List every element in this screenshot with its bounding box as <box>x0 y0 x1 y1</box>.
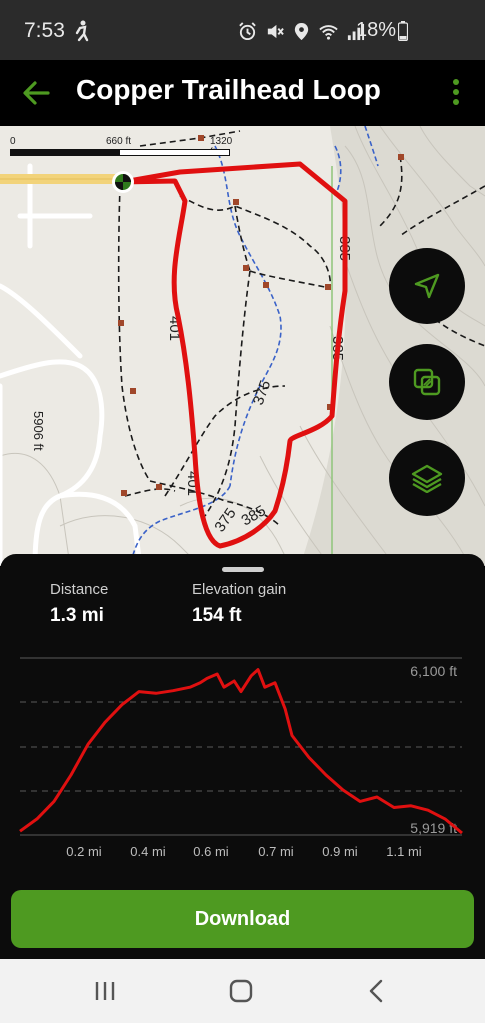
download-button[interactable]: Download <box>11 890 474 948</box>
elevation-line <box>19 668 463 835</box>
scale-bar <box>10 149 230 156</box>
recents-icon[interactable] <box>90 977 120 1005</box>
system-nav-bar <box>0 959 485 1023</box>
battery-icon <box>398 21 408 41</box>
status-icons <box>238 19 365 43</box>
back-arrow-icon[interactable] <box>20 77 54 109</box>
trail-details-sheet: Distance 1.3 mi Elevation gain 154 ft 6,… <box>0 554 485 887</box>
home-icon[interactable] <box>226 977 256 1005</box>
map-scale: 0 660 ft 1320 ft <box>10 136 240 162</box>
y-max-label: 6,100 ft <box>410 663 457 679</box>
x-tick-label: 0.2 mi <box>66 844 102 859</box>
start-marker <box>112 171 134 193</box>
contour-label-375-a: 375 <box>250 378 275 407</box>
elevation-chart[interactable]: 6,100 ft 5,919 ft 0.2 mi 0.4 mi 0.6 mi 0… <box>0 554 485 874</box>
trail-map[interactable]: 5906 ft 375 375 385 385 385 401 401 0 66… <box>0 126 485 566</box>
navigation-arrow-icon <box>414 273 440 299</box>
wifi-icon <box>319 24 338 40</box>
contour-label-5906: 5906 ft <box>31 411 46 451</box>
contour-label-375-b: 375 <box>211 505 239 535</box>
x-tick-label: 0.9 mi <box>322 844 358 859</box>
overlay-icon <box>413 368 441 396</box>
alarm-icon <box>239 21 256 40</box>
app-bar: Copper Trailhead Loop <box>0 60 485 126</box>
layers-icon <box>411 464 443 493</box>
layers-button[interactable] <box>389 440 465 516</box>
overlay-button[interactable] <box>389 344 465 420</box>
x-tick-label: 1.1 mi <box>386 844 422 859</box>
location-icon <box>294 22 309 40</box>
scale-label-660: 660 ft <box>106 136 132 147</box>
back-icon[interactable] <box>362 977 392 1005</box>
x-tick-label: 0.7 mi <box>258 844 294 859</box>
x-tick-label: 0.6 mi <box>193 844 229 859</box>
locate-button[interactable] <box>389 248 465 324</box>
battery-percent: 18% <box>356 19 397 41</box>
scale-label-0: 0 <box>10 136 16 147</box>
more-vertical-icon[interactable] <box>445 76 467 110</box>
x-tick-label: 0.4 mi <box>130 844 166 859</box>
status-time: 7:53 <box>24 19 65 42</box>
mute-icon <box>267 24 284 38</box>
status-bar: 7:53 18% <box>0 0 485 60</box>
person-walk-icon <box>75 20 89 42</box>
page-title: Copper Trailhead Loop <box>76 74 381 105</box>
download-area: Download <box>0 877 485 959</box>
